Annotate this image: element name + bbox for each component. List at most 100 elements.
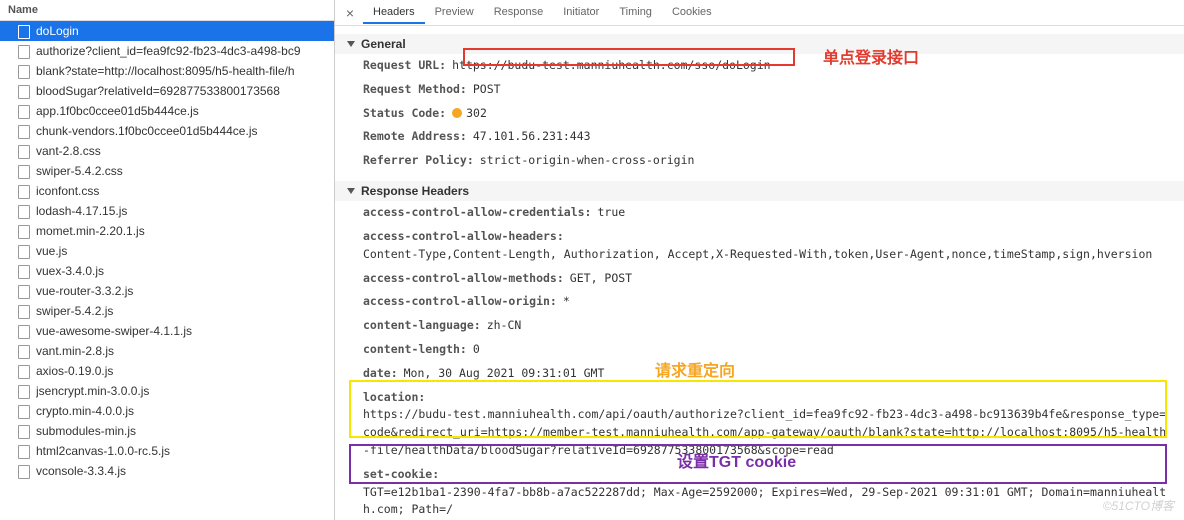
file-icon <box>18 164 30 178</box>
remote-address-row: Remote Address: 47.101.56.231:443 <box>335 125 1184 149</box>
file-item[interactable]: authorize?client_id=fea9fc92-fb23-4dc3-a… <box>0 41 334 61</box>
file-icon <box>18 224 30 238</box>
tab-initiator[interactable]: Initiator <box>553 2 609 24</box>
file-icon <box>18 104 30 118</box>
response-header-row: content-language: zh-CN <box>335 314 1184 338</box>
header-key: set-cookie: <box>363 466 439 484</box>
file-label: swiper-5.4.2.css <box>36 164 123 178</box>
response-header-row: access-control-allow-credentials: true <box>335 201 1184 225</box>
file-list: doLogin authorize?client_id=fea9fc92-fb23… <box>0 21 334 481</box>
header-value: TGT=e12b1ba1-2390-4fa7-bb8b-a7ac522287dd… <box>363 484 1172 520</box>
header-key: access-control-allow-credentials: <box>363 204 591 222</box>
request-url-key: Request URL: <box>363 57 446 75</box>
file-item[interactable]: blank?state=http://localhost:8095/h5-hea… <box>0 61 334 81</box>
file-label: vconsole-3.3.4.js <box>36 464 126 478</box>
tab-headers[interactable]: Headers <box>363 2 425 24</box>
file-icon <box>18 64 30 78</box>
file-label: vuex-3.4.0.js <box>36 264 104 278</box>
response-header-row: location:https://budu-test.manniuhealth.… <box>335 386 1184 463</box>
header-key: content-length: <box>363 341 467 359</box>
status-dot-icon <box>452 108 462 118</box>
header-key: access-control-allow-methods: <box>363 270 564 288</box>
header-value: zh-CN <box>487 317 522 335</box>
referrer-policy-value: strict-origin-when-cross-origin <box>480 152 695 170</box>
file-label: authorize?client_id=fea9fc92-fb23-4dc3-a… <box>36 44 301 58</box>
header-key: access-control-allow-headers: <box>363 228 564 246</box>
file-icon <box>18 464 30 478</box>
file-item[interactable]: app.1f0bc0ccee01d5b444ce.js <box>0 101 334 121</box>
header-value: * <box>563 293 570 311</box>
sidebar-header: Name <box>0 0 334 21</box>
section-response-headers-title[interactable]: Response Headers <box>335 181 1184 201</box>
file-label: app.1f0bc0ccee01d5b444ce.js <box>36 104 199 118</box>
file-label: iconfont.css <box>36 184 99 198</box>
file-item[interactable]: html2canvas-1.0.0-rc.5.js <box>0 441 334 461</box>
file-item[interactable]: vant-2.8.css <box>0 141 334 161</box>
tab-preview[interactable]: Preview <box>425 2 484 24</box>
file-item[interactable]: jsencrypt.min-3.0.0.js <box>0 381 334 401</box>
file-item[interactable]: submodules-min.js <box>0 421 334 441</box>
file-label: html2canvas-1.0.0-rc.5.js <box>36 444 170 458</box>
response-header-row: access-control-allow-origin: * <box>335 290 1184 314</box>
tab-timing[interactable]: Timing <box>609 2 662 24</box>
file-item[interactable]: vue-router-3.3.2.js <box>0 281 334 301</box>
header-value: Content-Type,Content-Length, Authorizati… <box>363 246 1152 264</box>
file-icon <box>18 244 30 258</box>
status-code-key: Status Code: <box>363 105 446 123</box>
file-item[interactable]: momet.min-2.20.1.js <box>0 221 334 241</box>
file-item[interactable]: swiper-5.4.2.js <box>0 301 334 321</box>
header-key: content-language: <box>363 317 481 335</box>
file-label: jsencrypt.min-3.0.0.js <box>36 384 149 398</box>
file-label: blank?state=http://localhost:8095/h5-hea… <box>36 64 295 78</box>
file-item[interactable]: vue-awesome-swiper-4.1.1.js <box>0 321 334 341</box>
response-header-row: access-control-allow-methods: GET, POST <box>335 267 1184 291</box>
file-icon <box>18 124 30 138</box>
header-value: true <box>597 204 625 222</box>
file-item[interactable]: vue.js <box>0 241 334 261</box>
header-value: 0 <box>473 341 480 359</box>
file-item[interactable]: lodash-4.17.15.js <box>0 201 334 221</box>
response-header-row: content-length: 0 <box>335 338 1184 362</box>
file-label: doLogin <box>36 24 79 38</box>
file-icon <box>18 344 30 358</box>
file-label: vue-awesome-swiper-4.1.1.js <box>36 324 192 338</box>
file-item[interactable]: bloodSugar?relativeId=692877533800173568 <box>0 81 334 101</box>
section-general-title[interactable]: General <box>335 34 1184 54</box>
file-item[interactable]: iconfont.css <box>0 181 334 201</box>
tab-response[interactable]: Response <box>484 2 554 24</box>
file-item[interactable]: swiper-5.4.2.css <box>0 161 334 181</box>
response-header-row: date:Mon, 30 Aug 2021 09:31:01 GMT <box>335 362 1184 386</box>
referrer-policy-row: Referrer Policy: strict-origin-when-cros… <box>335 149 1184 173</box>
tab-cookies[interactable]: Cookies <box>662 2 722 24</box>
file-label: vue.js <box>36 244 67 258</box>
file-icon <box>18 384 30 398</box>
general-label: General <box>361 37 406 51</box>
remote-address-key: Remote Address: <box>363 128 467 146</box>
file-label: lodash-4.17.15.js <box>36 204 127 218</box>
file-item[interactable]: vconsole-3.3.4.js <box>0 461 334 481</box>
header-key: access-control-allow-origin: <box>363 293 557 311</box>
panel-body[interactable]: General Request URL: https://budu-test.m… <box>335 26 1184 520</box>
file-label: bloodSugar?relativeId=692877533800173568 <box>36 84 280 98</box>
file-item[interactable]: chunk-vendors.1f0bc0ccee01d5b444ce.js <box>0 121 334 141</box>
header-value: Mon, 30 Aug 2021 09:31:01 GMT <box>404 365 605 383</box>
file-item[interactable]: crypto.min-4.0.0.js <box>0 401 334 421</box>
file-icon <box>18 204 30 218</box>
network-file-sidebar[interactable]: Name doLogin authorize?client_id=fea9fc92… <box>0 0 335 520</box>
file-icon <box>18 424 30 438</box>
request-url-row: Request URL: https://budu-test.manniuhea… <box>335 54 1184 78</box>
file-label: swiper-5.4.2.js <box>36 304 113 318</box>
header-value: GET, POST <box>570 270 632 288</box>
file-item[interactable]: vant.min-2.8.js <box>0 341 334 361</box>
chevron-down-icon <box>347 41 355 47</box>
file-item[interactable]: vuex-3.4.0.js <box>0 261 334 281</box>
request-method-row: Request Method: POST <box>335 78 1184 102</box>
file-icon <box>18 24 30 38</box>
file-item[interactable]: doLogin <box>0 21 334 41</box>
file-icon <box>18 404 30 418</box>
file-icon <box>18 184 30 198</box>
remote-address-value: 47.101.56.231:443 <box>473 128 591 146</box>
file-icon <box>18 264 30 278</box>
file-item[interactable]: axios-0.19.0.js <box>0 361 334 381</box>
close-icon[interactable]: × <box>343 6 357 20</box>
